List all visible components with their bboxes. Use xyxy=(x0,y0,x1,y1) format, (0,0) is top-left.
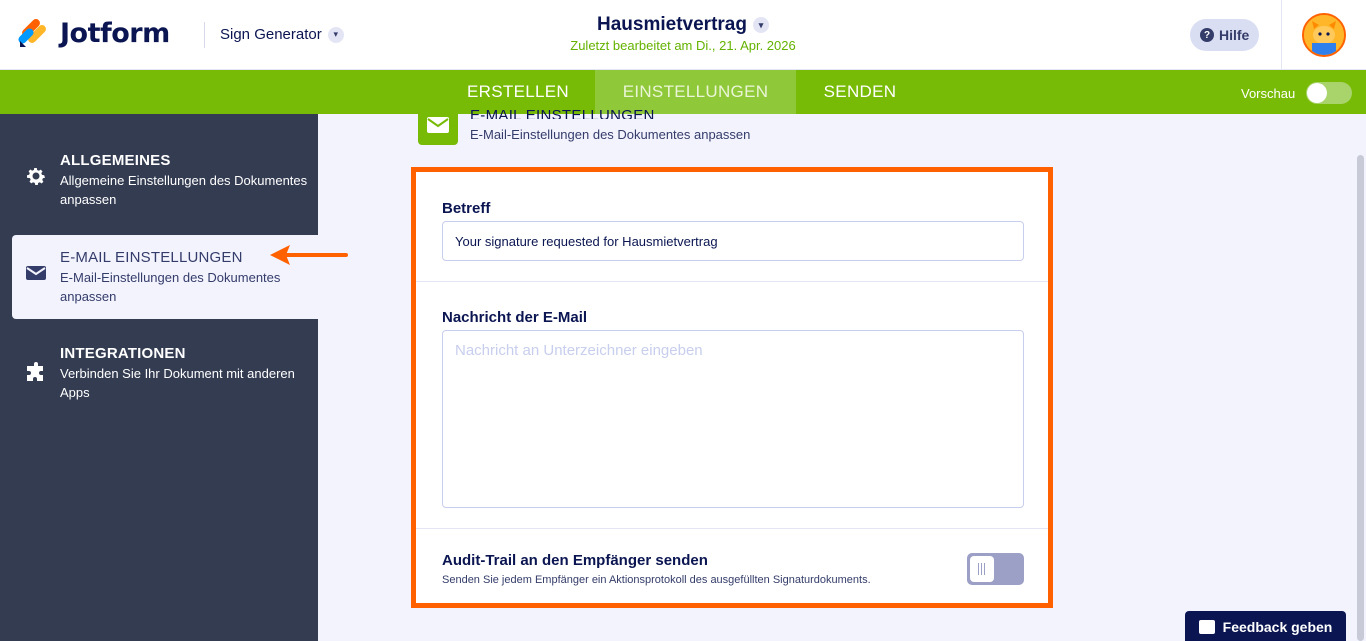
email-settings-card: Betreff Nachricht der E-Mail Audit-Trail… xyxy=(411,167,1053,608)
header-divider xyxy=(1281,0,1282,70)
help-button[interactable]: ? Hilfe xyxy=(1190,19,1260,51)
help-label: Hilfe xyxy=(1219,27,1250,43)
envelope-icon xyxy=(427,117,449,133)
question-icon: ? xyxy=(1200,28,1214,42)
feedback-label: Feedback geben xyxy=(1222,619,1333,635)
toggle-knob xyxy=(970,556,994,582)
sidebar-item-desc: E-Mail-Einstellungen des Dokumentes anpa… xyxy=(60,270,281,304)
sidebar-item-integrationen[interactable]: INTEGRATIONEN Verbinden Sie Ihr Dokument… xyxy=(12,345,318,415)
section-description: E-Mail-Einstellungen des Dokumentes anpa… xyxy=(470,127,751,142)
highlight-arrow xyxy=(270,245,348,265)
document-title[interactable]: Hausmietvertrag ▾ xyxy=(597,14,769,36)
subject-input[interactable] xyxy=(442,221,1024,261)
grip-icon xyxy=(977,563,987,575)
preview-toggle[interactable] xyxy=(1306,82,1352,104)
subject-label: Betreff xyxy=(442,200,491,217)
avatar[interactable] xyxy=(1302,13,1346,57)
gear-icon xyxy=(27,168,45,185)
last-edited-text: Zuletzt bearbeitet am Di., 21. Apr. 2026 xyxy=(570,38,796,53)
scrollbar[interactable] xyxy=(1357,155,1364,641)
tab-senden[interactable]: SENDEN xyxy=(796,70,924,114)
chevron-down-icon[interactable]: ▾ xyxy=(752,17,769,33)
top-header: Jotform Sign Generator ▾ Hausmietvertrag… xyxy=(0,0,1366,70)
chat-icon xyxy=(1198,620,1215,634)
sidebar-item-allgemeines[interactable]: ALLGEMEINES Allgemeine Einstellungen des… xyxy=(12,152,318,222)
sidebar-item-title: ALLGEMEINES xyxy=(60,152,171,169)
main-nav: ERSTELLEN EINSTELLUNGEN SENDEN Vorschau xyxy=(0,70,1366,114)
email-section-icon xyxy=(418,105,458,145)
document-title-text: Hausmietvertrag xyxy=(597,14,747,35)
divider xyxy=(416,281,1048,282)
avatar-icon xyxy=(1304,15,1344,55)
audit-trail-title: Audit-Trail an den Empfänger senden xyxy=(442,552,708,569)
audit-trail-toggle[interactable] xyxy=(967,553,1024,585)
sidebar-item-desc: Allgemeine Einstellungen des Dokumentes … xyxy=(60,173,308,207)
sidebar-item-title: INTEGRATIONEN xyxy=(60,345,186,362)
feedback-button[interactable]: Feedback geben xyxy=(1185,611,1346,641)
audit-trail-description: Senden Sie jedem Empfänger ein Aktionspr… xyxy=(442,574,871,586)
sidebar-item-desc: Verbinden Sie Ihr Dokument mit anderen A… xyxy=(60,366,295,400)
message-label: Nachricht der E-Mail xyxy=(442,309,588,326)
divider xyxy=(416,528,1048,529)
document-title-block: Hausmietvertrag ▾ Zuletzt bearbeitet am … xyxy=(0,14,1366,53)
message-textarea[interactable] xyxy=(442,330,1024,508)
preview-label: Vorschau xyxy=(1241,86,1296,101)
envelope-icon xyxy=(26,266,46,280)
toggle-knob xyxy=(1307,83,1327,103)
puzzle-icon xyxy=(27,362,43,381)
section-title: E-MAIL EINSTELLUNGEN xyxy=(470,107,655,119)
